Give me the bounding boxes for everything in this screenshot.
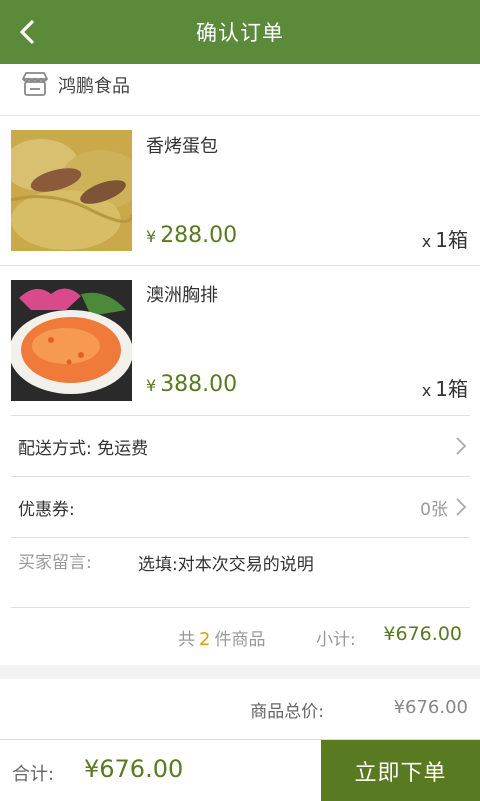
order-item[interactable]: 澳洲胸排 ¥388.00 x 1箱 xyxy=(0,266,480,416)
buyer-message-input[interactable]: 选填:对本次交易的说明 xyxy=(138,550,314,575)
order-item[interactable]: 香烤蛋包 ¥288.00 x 1箱 xyxy=(0,117,480,267)
product-image-dumpling xyxy=(11,130,132,251)
shop-row[interactable]: 鸿鹏食品 xyxy=(0,64,480,116)
delivery-method-row[interactable]: 配送方式: 免运费 xyxy=(0,416,480,476)
checkout-bar: 合计: ¥676.00 立即下单 xyxy=(0,739,480,801)
section-gap xyxy=(0,665,480,679)
coupon-row[interactable]: 优惠券: 0张 xyxy=(0,477,480,537)
goods-total-label: 商品总价: xyxy=(250,702,324,722)
buyer-message-label: 买家留言: xyxy=(18,553,92,573)
product-price: ¥288.00 xyxy=(146,223,238,248)
product-name: 香烤蛋包 xyxy=(146,136,218,157)
page-title: 确认订单 xyxy=(196,21,284,45)
item-count: 共 2 件商品 xyxy=(178,629,266,650)
chevron-right-icon xyxy=(456,498,467,516)
goods-total-row: 商品总价: ¥676.00 xyxy=(0,697,480,727)
product-name: 澳洲胸排 xyxy=(146,285,218,306)
app-header: 确认订单 xyxy=(0,0,480,64)
product-price: ¥388.00 xyxy=(146,372,238,397)
total-label: 合计: xyxy=(12,764,55,785)
back-icon[interactable] xyxy=(12,16,44,48)
order-summary: 共 2 件商品 小计: ¥676.00 xyxy=(0,608,480,664)
goods-total-value: ¥676.00 xyxy=(393,697,468,718)
total-value: ¥676.00 xyxy=(84,755,184,783)
coupon-count: 0张 xyxy=(420,500,448,520)
delivery-method-label: 配送方式: 免运费 xyxy=(18,439,149,459)
store-icon xyxy=(22,72,48,96)
product-quantity: x 1箱 xyxy=(421,228,468,252)
product-quantity: x 1箱 xyxy=(421,377,468,401)
chevron-right-icon xyxy=(456,437,467,455)
coupon-label: 优惠券: xyxy=(18,500,75,520)
divider xyxy=(11,537,470,538)
subtotal-label: 小计: xyxy=(316,630,356,650)
product-image-steak xyxy=(11,280,132,401)
subtotal-value: ¥676.00 xyxy=(383,623,462,645)
place-order-button[interactable]: 立即下单 xyxy=(321,740,480,801)
shop-name: 鸿鹏食品 xyxy=(58,76,130,97)
